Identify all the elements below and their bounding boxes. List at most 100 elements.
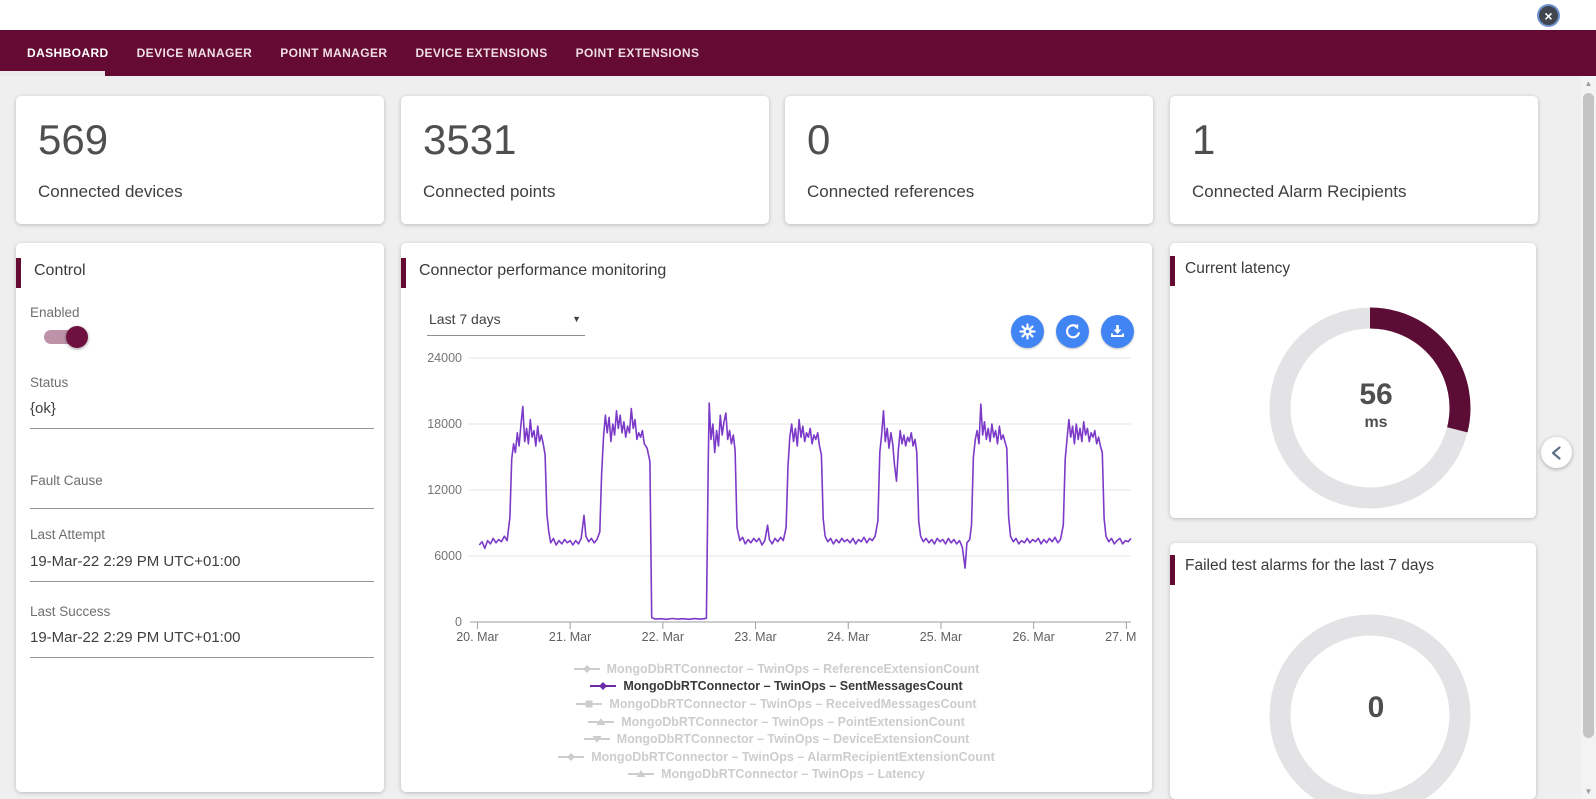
settings-button[interactable]: [1011, 315, 1044, 348]
card-accent-bar: [16, 258, 21, 288]
legend-label: MongoDbRTConnector – TwinOps – PointExte…: [621, 715, 965, 729]
tab-device-extensions[interactable]: DEVICE EXTENSIONS: [401, 30, 561, 76]
legend-item-reference-extension-count[interactable]: MongoDbRTConnector – TwinOps – Reference…: [401, 660, 1152, 678]
diamond-marker-icon: [574, 664, 600, 674]
legend-item-alarm-recipient-extension-count[interactable]: MongoDbRTConnector – TwinOps – AlarmReci…: [401, 748, 1152, 766]
svg-text:6000: 6000: [434, 549, 462, 563]
failed-alarms-gauge: 0: [1170, 543, 1536, 799]
performance-title: Connector performance monitoring: [419, 262, 666, 280]
svg-text:26. Mar: 26. Mar: [1012, 630, 1054, 644]
stat-card-connected-devices: 569 Connected devices: [16, 96, 384, 224]
legend-item-latency[interactable]: MongoDbRTConnector – TwinOps – Latency: [401, 766, 1152, 784]
tab-point-extensions[interactable]: POINT EXTENSIONS: [562, 30, 714, 76]
tab-dashboard[interactable]: DASHBOARD: [13, 30, 123, 76]
download-button[interactable]: [1101, 315, 1134, 348]
diamond-marker-icon: [590, 681, 616, 691]
stat-label: Connected references: [807, 182, 974, 202]
legend-label: MongoDbRTConnector – TwinOps – ReceivedM…: [609, 697, 976, 711]
field-underline: [30, 508, 374, 509]
chevron-left-icon: [1542, 438, 1572, 468]
gear-icon: [1019, 323, 1036, 340]
svg-text:27. Mar: 27. Mar: [1105, 630, 1137, 644]
legend-label: MongoDbRTConnector – TwinOps – Latency: [661, 767, 925, 781]
stat-card-connected-alarm-recipients: 1 Connected Alarm Recipients: [1170, 96, 1538, 224]
stat-label: Connected Alarm Recipients: [1192, 182, 1407, 202]
field-label: Fault Cause: [30, 473, 103, 488]
reset-icon: [1064, 323, 1082, 341]
legend-label: MongoDbRTConnector – TwinOps – Reference…: [607, 662, 980, 676]
download-icon: [1109, 323, 1126, 340]
dashboard-app: × DASHBOARD DEVICE MANAGER POINT MANAGER…: [0, 0, 1596, 799]
diamond-marker-icon: [558, 752, 584, 762]
svg-text:21. Mar: 21. Mar: [549, 630, 591, 644]
svg-text:23. Mar: 23. Mar: [734, 630, 776, 644]
square-marker-icon: [576, 699, 602, 709]
svg-text:18000: 18000: [427, 417, 462, 431]
control-title: Control: [34, 262, 86, 280]
stat-value: 3531: [423, 116, 516, 164]
active-tab-indicator: [0, 71, 105, 76]
field-label: Status: [30, 375, 68, 390]
toggle-knob: [66, 326, 88, 348]
legend-label: MongoDbRTConnector – TwinOps – SentMessa…: [623, 679, 962, 693]
stat-label: Connected points: [423, 182, 555, 202]
svg-text:12000: 12000: [427, 483, 462, 497]
svg-text:24. Mar: 24. Mar: [827, 630, 869, 644]
field-label: Last Success: [30, 604, 110, 619]
triangle-down-marker-icon: [584, 734, 610, 744]
tab-point-manager[interactable]: POINT MANAGER: [266, 30, 401, 76]
scroll-up-icon[interactable]: ▲: [1581, 79, 1596, 88]
field-value: 19-Mar-22 2:29 PM UTC+01:00: [30, 553, 241, 570]
legend-item-sent-messages-count[interactable]: MongoDbRTConnector – TwinOps – SentMessa…: [401, 678, 1152, 696]
svg-text:20. Mar: 20. Mar: [456, 630, 498, 644]
time-range-value: Last 7 days: [429, 311, 501, 327]
chart-legend: MongoDbRTConnector – TwinOps – Reference…: [401, 660, 1152, 783]
legend-item-device-extension-count[interactable]: MongoDbRTConnector – TwinOps – DeviceExt…: [401, 730, 1152, 748]
legend-item-received-messages-count[interactable]: MongoDbRTConnector – TwinOps – ReceivedM…: [401, 695, 1152, 713]
main-navbar: DASHBOARD DEVICE MANAGER POINT MANAGER D…: [0, 30, 1596, 76]
enabled-toggle[interactable]: [44, 330, 84, 344]
field-label: Last Attempt: [30, 527, 105, 542]
field-underline: [30, 657, 374, 658]
scrollbar-thumb[interactable]: [1583, 93, 1594, 738]
svg-text:0: 0: [455, 615, 462, 629]
drawer-open-handle[interactable]: [1541, 437, 1572, 468]
field-value: {ok}: [30, 400, 56, 417]
stat-value: 1: [1192, 116, 1215, 164]
scroll-down-icon[interactable]: ▼: [1581, 787, 1596, 796]
stat-card-connected-points: 3531 Connected points: [401, 96, 769, 224]
latency-value: 56: [1316, 378, 1436, 412]
failed-alarms-value: 0: [1316, 691, 1436, 725]
latency-unit: ms: [1316, 414, 1436, 432]
reset-button[interactable]: [1056, 315, 1089, 348]
stat-label: Connected devices: [38, 182, 183, 202]
legend-item-point-extension-count[interactable]: MongoDbRTConnector – TwinOps – PointExte…: [401, 713, 1152, 731]
vertical-scrollbar: ▲ ▼: [1581, 76, 1596, 799]
performance-chart: 0 6000 12000 18000 24000 20. Mar 21. Mar 22. Ma…: [427, 348, 1137, 648]
tab-device-manager[interactable]: DEVICE MANAGER: [123, 30, 267, 76]
triangle-up-marker-icon: [628, 769, 654, 779]
close-icon[interactable]: ×: [1537, 4, 1560, 27]
stat-card-connected-references: 0 Connected references: [785, 96, 1153, 224]
triangle-up-marker-icon: [588, 717, 614, 727]
current-latency-panel: Current latency 56 ms: [1170, 243, 1536, 518]
enabled-label: Enabled: [30, 305, 80, 320]
field-underline: [30, 428, 374, 429]
nav-tabs: DASHBOARD DEVICE MANAGER POINT MANAGER D…: [0, 30, 1596, 76]
chevron-down-icon: ▼: [572, 314, 581, 324]
legend-label: MongoDbRTConnector – TwinOps – DeviceExt…: [617, 732, 970, 746]
performance-panel: Connector performance monitoring Last 7 …: [401, 243, 1152, 792]
svg-text:25. Mar: 25. Mar: [920, 630, 962, 644]
svg-text:22. Mar: 22. Mar: [642, 630, 684, 644]
latency-gauge: 56 ms: [1170, 243, 1536, 518]
stat-value: 0: [807, 116, 830, 164]
svg-text:24000: 24000: [427, 351, 462, 365]
failed-alarms-panel: Failed test alarms for the last 7 days 0: [1170, 543, 1536, 799]
field-value: 19-Mar-22 2:29 PM UTC+01:00: [30, 629, 241, 646]
window-title-bar: ×: [0, 0, 1596, 30]
field-underline: [30, 581, 374, 582]
legend-label: MongoDbRTConnector – TwinOps – AlarmReci…: [591, 750, 995, 764]
time-range-select[interactable]: Last 7 days ▼: [427, 305, 585, 336]
stat-value: 569: [38, 116, 108, 164]
control-panel: Control Enabled Status {ok} Fault Cause …: [16, 243, 384, 792]
